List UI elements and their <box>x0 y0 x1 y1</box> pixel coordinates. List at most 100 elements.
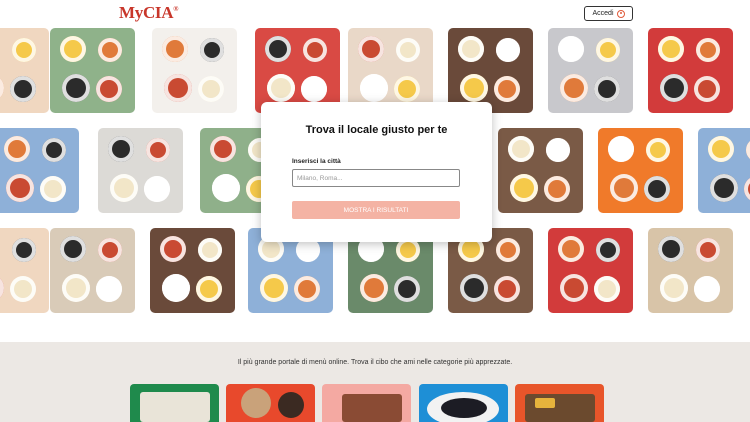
food-plate <box>710 174 738 202</box>
food-plate <box>358 36 384 62</box>
food-plate <box>610 174 638 202</box>
food-plate <box>544 176 570 202</box>
food-tile <box>648 228 733 313</box>
food-plate <box>694 276 720 302</box>
food-plate <box>394 76 420 102</box>
food-plate <box>360 74 388 102</box>
food-plate <box>265 36 291 62</box>
food-plate <box>12 238 36 262</box>
food-plate <box>596 238 620 262</box>
login-button[interactable]: Accedi <box>584 6 633 21</box>
food-plate <box>608 136 634 162</box>
food-plate <box>460 274 488 302</box>
food-plate <box>394 276 420 302</box>
food-plate <box>210 136 236 162</box>
food-plate <box>96 76 122 102</box>
food-plate <box>694 76 720 102</box>
category-image <box>140 392 210 422</box>
food-plate <box>494 276 520 302</box>
food-plate <box>496 38 520 62</box>
category-image <box>241 388 271 418</box>
food-plate <box>558 36 584 62</box>
food-plate <box>560 74 588 102</box>
food-plate <box>660 274 688 302</box>
food-plate <box>360 274 388 302</box>
food-tile <box>348 28 433 113</box>
food-tile <box>0 28 49 113</box>
food-plate <box>60 236 86 262</box>
food-plate <box>646 138 670 162</box>
food-plate <box>460 74 488 102</box>
category-card[interactable] <box>226 384 315 422</box>
food-plate <box>658 36 684 62</box>
food-tile <box>98 128 183 213</box>
food-plate <box>0 274 4 302</box>
food-plate <box>6 174 34 202</box>
category-card[interactable] <box>515 384 604 422</box>
food-plate <box>658 236 684 262</box>
category-card[interactable] <box>322 384 411 422</box>
food-plate <box>198 238 222 262</box>
modal-title: Trova il locale giusto per te <box>305 124 448 136</box>
city-label: Inserisci la città <box>292 158 341 165</box>
food-plate <box>267 74 295 102</box>
food-tile <box>152 28 237 113</box>
food-plate <box>546 138 570 162</box>
category-image <box>441 398 487 418</box>
food-plate <box>160 236 186 262</box>
food-plate <box>60 36 86 62</box>
food-plate <box>294 276 320 302</box>
food-tile <box>255 28 340 113</box>
food-tile <box>0 228 49 313</box>
food-tile <box>448 28 533 113</box>
food-plate <box>40 176 66 202</box>
food-plate <box>596 38 620 62</box>
food-plate <box>4 136 30 162</box>
category-card[interactable] <box>130 384 219 422</box>
food-plate <box>198 76 224 102</box>
food-plate <box>560 274 588 302</box>
tagline: Il più grande portale di menù online. Tr… <box>237 359 513 366</box>
food-plate <box>62 74 90 102</box>
food-plate <box>98 238 122 262</box>
food-plate <box>458 36 484 62</box>
food-plate <box>696 238 720 262</box>
food-tile <box>598 128 683 213</box>
city-input[interactable] <box>292 169 460 187</box>
show-results-button[interactable]: MOSTRA I RISULTATI <box>292 201 460 219</box>
food-plate <box>708 136 734 162</box>
registered-mark: ® <box>173 5 179 13</box>
food-plate <box>301 76 327 102</box>
food-plate <box>0 74 4 102</box>
food-tile <box>0 128 79 213</box>
food-plate <box>146 138 170 162</box>
header: MyCIA® Accedi <box>0 0 750 26</box>
food-plate <box>744 176 750 202</box>
food-tile <box>648 28 733 113</box>
food-plate <box>196 276 222 302</box>
food-plate <box>746 138 750 162</box>
food-plate <box>594 76 620 102</box>
food-plate <box>396 38 420 62</box>
food-plate <box>200 38 224 62</box>
food-plate <box>510 174 538 202</box>
category-card[interactable] <box>419 384 508 422</box>
food-plate <box>12 38 36 62</box>
food-tile <box>50 28 135 113</box>
food-tile <box>150 228 235 313</box>
food-plate <box>162 274 190 302</box>
mycia-logo[interactable]: MyCIA® <box>119 3 178 23</box>
food-plate <box>10 76 36 102</box>
food-plate <box>496 238 520 262</box>
food-plate <box>508 136 534 162</box>
food-tile <box>50 228 135 313</box>
food-plate <box>110 174 138 202</box>
food-plate <box>494 76 520 102</box>
food-tile <box>498 128 583 213</box>
food-plate <box>558 236 584 262</box>
food-tile <box>548 28 633 113</box>
category-image <box>342 394 402 422</box>
food-tile <box>698 128 750 213</box>
food-plate <box>144 176 170 202</box>
search-modal: Trova il locale giusto per te Inserisci … <box>261 102 492 242</box>
